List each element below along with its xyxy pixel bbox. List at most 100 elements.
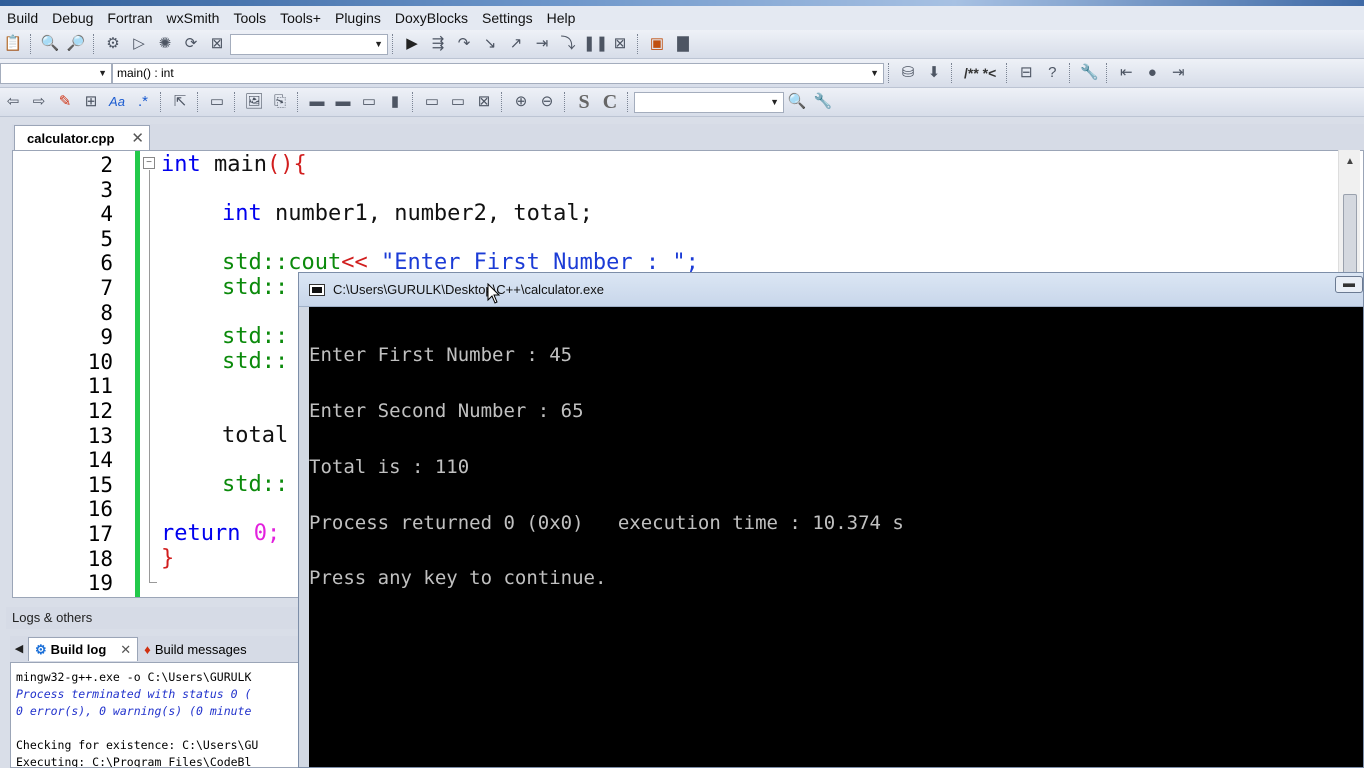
panel-2-icon[interactable]: ▬ [332,91,354,113]
debug-windows-icon[interactable]: ▣ [646,33,668,55]
log-line: 0 error(s), 0 warning(s) (0 minute [16,704,252,718]
line-number: 9 [100,325,113,350]
scroll-up-icon[interactable]: ▲ [1345,156,1355,167]
stop-debug-icon[interactable]: ⊠ [609,33,631,55]
menu-wxsmith[interactable]: wxSmith [160,10,227,26]
toolbar-grip [30,34,33,54]
panel-1-icon[interactable]: ▬ [306,91,328,113]
step-instruction-icon[interactable]: ⤵ [557,33,579,55]
run-to-cursor-icon[interactable]: ⇶ [427,33,449,55]
build-messages-icon: ♦ [144,641,151,657]
frame-2-icon[interactable]: ▭ [447,91,469,113]
bookmark-toggle-icon[interactable]: ● [1141,62,1163,84]
bookmark-prev-icon[interactable]: ⇤ [1115,62,1137,84]
toolbar-grip [234,92,237,112]
match-brace-icon[interactable]: ⊞ [80,91,102,113]
c-button[interactable]: C [599,91,621,113]
rebuild-icon[interactable]: ⟳ [180,33,202,55]
toolbar-grip [501,92,504,112]
doxy-extract-icon[interactable]: ⬇ [923,62,945,84]
replace-icon[interactable]: 🔎 [65,33,87,55]
console-window[interactable]: C:\Users\GURULK\Desktop\C++\calculator.e… [298,272,1364,768]
menu-build[interactable]: Build [0,10,45,26]
bookmark-next-icon[interactable]: ⇥ [1167,62,1189,84]
arrow-forward-icon[interactable]: ⇨ [28,91,50,113]
panel-3-icon[interactable]: ▭ [358,91,380,113]
minimize-button[interactable]: ▬ [1335,276,1363,293]
highlight-icon[interactable]: ✎ [54,91,76,113]
rectangle-icon[interactable]: ▭ [206,91,228,113]
code-line-15: std:: [222,471,289,497]
keyword: int [222,201,262,227]
code-line-7: std:: [222,275,289,300]
abort-icon[interactable]: ⊠ [206,33,228,55]
regex-icon[interactable]: .* [132,91,154,113]
log-line: Process terminated with status 0 ( [16,687,252,701]
build-log-output[interactable]: mingw32-g++.exe -o C:\Users\GURULK Proce… [10,662,306,768]
search-combo[interactable]: ▼ [634,91,784,113]
menu-fortran[interactable]: Fortran [100,10,159,26]
text-box-icon[interactable]: ⎘ [269,91,291,113]
block-comment-button[interactable]: /** *< [958,65,1002,81]
next-instruction-icon[interactable]: ⇥ [531,33,553,55]
toolbar-grip [160,92,163,112]
next-line-icon[interactable]: ↷ [453,33,475,55]
debug-start-icon[interactable]: ▶ [401,33,423,55]
toolbar-grip [564,92,567,112]
code-line-2: int main(){ [161,152,307,178]
arrow-back-icon[interactable]: ⇦ [2,91,24,113]
find-icon[interactable]: 🔍 [39,33,61,55]
panel-4-icon[interactable]: ▮ [384,91,406,113]
paste-icon[interactable]: 📋 [2,33,24,55]
frame-3-icon[interactable]: ⊠ [473,91,495,113]
match-case-icon[interactable]: Aa [106,91,128,113]
tab-calculator-cpp[interactable]: calculator.cpp ✕ [14,125,150,150]
tab-build-messages[interactable]: ♦ Build messages [138,637,252,661]
html-doc-icon[interactable]: ⊟ [1015,62,1037,84]
tab-build-log[interactable]: ⚙ Build log ✕ [28,637,139,661]
build-run-icon[interactable]: ✺ [154,33,176,55]
scope-combo[interactable]: ▼ [0,62,112,84]
search-icon[interactable]: 🔍 [786,91,808,113]
tools-wrench-icon[interactable]: 🔧 [812,91,834,113]
console-line: Total is : 110 [309,455,470,478]
menu-tools-plus[interactable]: Tools+ [273,10,328,26]
chevron-down-icon: ▼ [770,97,779,107]
chm-doc-icon[interactable]: ? [1041,62,1063,84]
doxy-wizard-icon[interactable]: ⛁ [897,62,919,84]
console-line: Process returned 0 (0x0) execution time … [309,511,904,534]
codeblocks-window: Build Debug Fortran wxSmith Tools Tools+… [0,0,1364,768]
menu-settings[interactable]: Settings [475,10,540,26]
select-pointer-icon[interactable]: ⇱ [169,91,191,113]
step-into-icon[interactable]: ↘ [479,33,501,55]
step-out-icon[interactable]: ↗ [505,33,527,55]
fold-toggle-icon[interactable]: − [143,157,155,169]
build-target-combo[interactable]: ▼ [230,33,388,55]
menu-help[interactable]: Help [540,10,583,26]
run-icon[interactable]: ▷ [128,33,150,55]
close-icon[interactable]: ✕ [131,129,144,147]
pause-icon[interactable]: ❚❚ [583,33,608,55]
various-info-icon[interactable]: ▇ [672,33,694,55]
menu-plugins[interactable]: Plugins [328,10,388,26]
function-combo[interactable]: main() : int ▼ [112,62,884,84]
code-line-17: return 0; [161,521,280,547]
scrollbar-thumb[interactable] [1343,194,1357,284]
menu-doxyblocks[interactable]: DoxyBlocks [388,10,475,26]
frame-1-icon[interactable]: ▭ [421,91,443,113]
prefs-wrench-icon[interactable]: 🔧 [1078,62,1100,84]
menu-debug[interactable]: Debug [45,10,100,26]
menu-tools[interactable]: Tools [226,10,273,26]
s-button[interactable]: S [573,91,595,113]
build-gear-icon[interactable]: ⚙ [102,33,124,55]
console-title-bar[interactable]: C:\Users\GURULK\Desktop\C++\calculator.e… [299,273,1363,307]
zoom-out-icon[interactable]: ⊖ [536,91,558,113]
zoom-in-icon[interactable]: ⊕ [510,91,532,113]
line-number: 6 [100,251,113,276]
tab-scroll-left-icon[interactable]: ◀ [12,638,26,660]
code-line-18: } [161,545,175,571]
console-line: Enter First Number : 45 [309,344,573,367]
image-icon[interactable]: 🖼 [243,91,265,113]
close-icon[interactable]: ✕ [120,642,131,658]
line-number: 7 [100,276,113,300]
